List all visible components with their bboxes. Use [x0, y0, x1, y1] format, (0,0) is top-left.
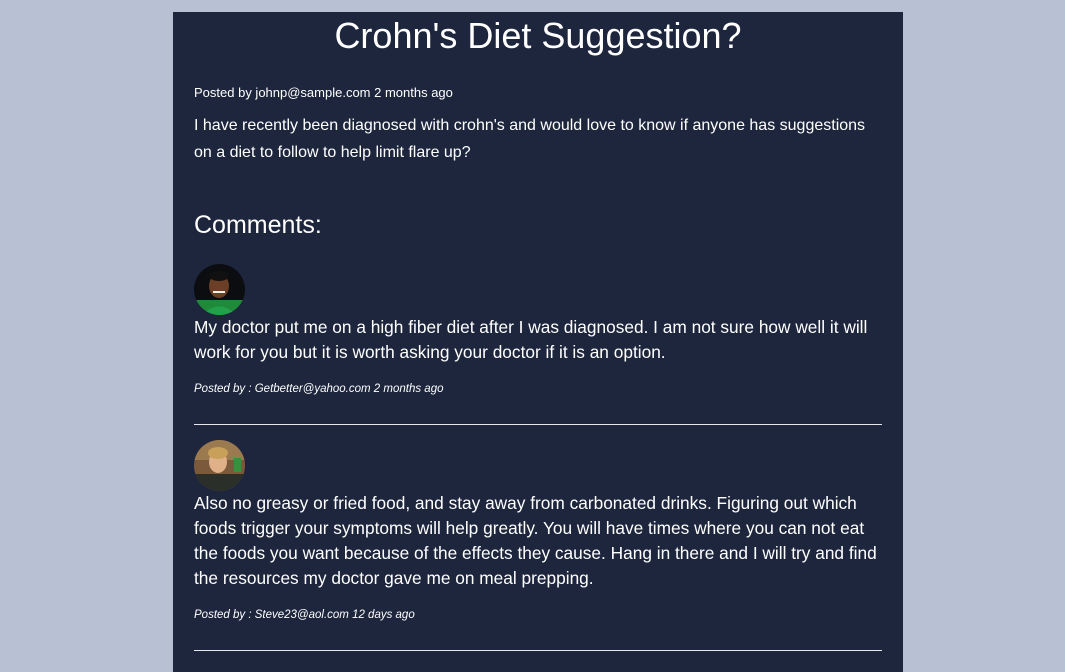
- comment-text: Also no greasy or fried food, and stay a…: [194, 493, 877, 588]
- comment-item: Also no greasy or fried food, and stay a…: [194, 440, 882, 623]
- comment-item: My doctor put me on a high fiber diet af…: [194, 264, 882, 397]
- post-panel: Crohn's Diet Suggestion? Posted by johnp…: [173, 12, 903, 672]
- post-body: I have recently been diagnosed with croh…: [194, 117, 866, 161]
- avatar[interactable]: [194, 440, 245, 491]
- comment-meta: Posted by : Steve23@aol.com 12 days ago: [194, 609, 415, 621]
- comment-divider: [194, 424, 882, 425]
- post-title: Crohn's Diet Suggestion?: [334, 15, 742, 56]
- comment-meta: Posted by : Getbetter@yahoo.com 2 months…: [194, 383, 444, 395]
- post-author-line: Posted by johnp@sample.com 2 months ago: [194, 85, 453, 100]
- avatar-image: [194, 440, 245, 491]
- comment-divider: [194, 650, 882, 651]
- comment-text: My doctor put me on a high fiber diet af…: [194, 317, 868, 362]
- avatar-image: [194, 264, 245, 315]
- avatar[interactable]: [194, 264, 245, 315]
- comments-heading: Comments:: [194, 211, 322, 239]
